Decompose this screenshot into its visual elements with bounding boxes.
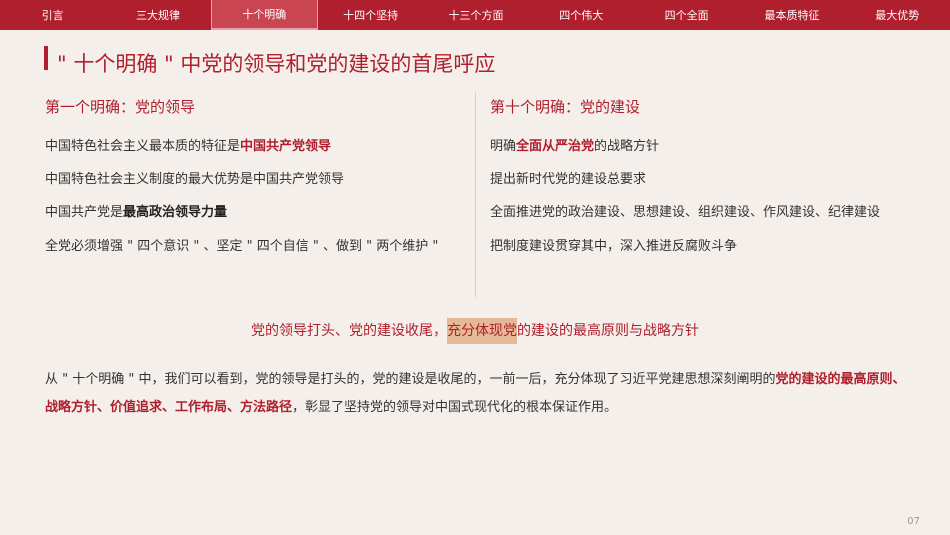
summary-text: 党的领导打头、党的建设收尾， xyxy=(251,323,447,339)
paragraph-suffix: ，彰显了坚持党的领导对中国式现代化的根本保证作用。 xyxy=(292,400,618,415)
right-item-1-highlight: 全面从严治党 xyxy=(516,139,595,154)
right-item-2-text: 提出新时代党的建设总要求 xyxy=(490,172,647,187)
nav-tab-fourteen-adherences[interactable]: 十四个坚持 xyxy=(318,0,423,30)
right-item-1-suffix: 的战略方针 xyxy=(594,139,660,154)
nav-tab-thirteen-aspects[interactable]: 十三个方面 xyxy=(423,0,528,30)
nav-tab-ten-clarifications[interactable]: 十个明确 xyxy=(210,0,318,30)
page-number: 07 xyxy=(907,516,920,527)
left-item-1-highlight: 中国共产党领导 xyxy=(240,139,332,154)
nav-tab-three-laws[interactable]: 三大规律 xyxy=(105,0,210,30)
right-item-3: 全面推进党的政治建设、思想建设、组织建设、作风建设、纪律建设 xyxy=(490,201,880,220)
left-item-2-text: 中国特色社会主义制度的最大优势是中国共产党领导 xyxy=(45,172,345,187)
nav-tab-greatest-advantage[interactable]: 最大优势 xyxy=(845,0,950,30)
right-column-title: 第十个明确：党的建设 xyxy=(490,98,641,116)
right-item-1-text: 明确 xyxy=(490,139,517,154)
right-item-4-text: 把制度建设贯穿其中，深入推进反腐败斗争 xyxy=(490,239,738,254)
right-item-4: 把制度建设贯穿其中，深入推进反腐败斗争 xyxy=(490,235,737,254)
top-nav: 引言 三大规律 十个明确 十四个坚持 十三个方面 四个伟大 四个全面 最本质特征… xyxy=(0,0,950,30)
left-column-title: 第一个明确：党的领导 xyxy=(45,98,196,116)
right-item-1: 明确全面从严治党的战略方针 xyxy=(490,135,659,154)
right-item-2: 提出新时代党的建设总要求 xyxy=(490,168,646,187)
paragraph-text: 从 " 十个明确 " 中，我们可以看到，党的领导是打头的，党的建设是收尾的，一前… xyxy=(45,372,776,387)
right-item-3-text: 全面推进党的政治建设、思想建设、组织建设、作风建设、纪律建设 xyxy=(490,205,881,220)
summary-highlight: 充分体现党 xyxy=(447,318,517,344)
nav-tab-four-comprehensives[interactable]: 四个全面 xyxy=(634,0,739,30)
left-item-3: 中国共产党是最高政治领导力量 xyxy=(45,201,227,220)
left-item-4-text: 全党必须增强 " 四个意识 " 、坚定 " 四个自信 " 、做到 " 两个维护 … xyxy=(45,239,439,254)
left-item-3-highlight: 最高政治领导力量 xyxy=(123,205,228,220)
left-item-3-text: 中国共产党是 xyxy=(45,205,124,220)
left-item-2: 中国特色社会主义制度的最大优势是中国共产党领导 xyxy=(45,168,344,187)
summary-line: 党的领导打头、党的建设收尾，充分体现党的建设的最高原则与战略方针 xyxy=(0,318,950,344)
conclusion-paragraph: 从 " 十个明确 " 中，我们可以看到，党的领导是打头的，党的建设是收尾的，一前… xyxy=(45,366,907,422)
left-item-1-text: 中国特色社会主义最本质的特征是 xyxy=(45,139,241,154)
nav-tab-four-greats[interactable]: 四个伟大 xyxy=(529,0,634,30)
left-item-4: 全党必须增强 " 四个意识 " 、坚定 " 四个自信 " 、做到 " 两个维护 … xyxy=(45,235,438,254)
page-title: " 十个明确 " 中党的领导和党的建设的首尾呼应 xyxy=(57,52,496,76)
nav-tab-intro[interactable]: 引言 xyxy=(0,0,105,30)
title-accent-bar xyxy=(44,46,48,70)
nav-tab-essential-feature[interactable]: 最本质特征 xyxy=(739,0,844,30)
column-divider xyxy=(475,92,476,297)
left-item-1: 中国特色社会主义最本质的特征是中国共产党领导 xyxy=(45,135,331,154)
summary-suffix: 的建设的最高原则与战略方针 xyxy=(517,323,699,339)
